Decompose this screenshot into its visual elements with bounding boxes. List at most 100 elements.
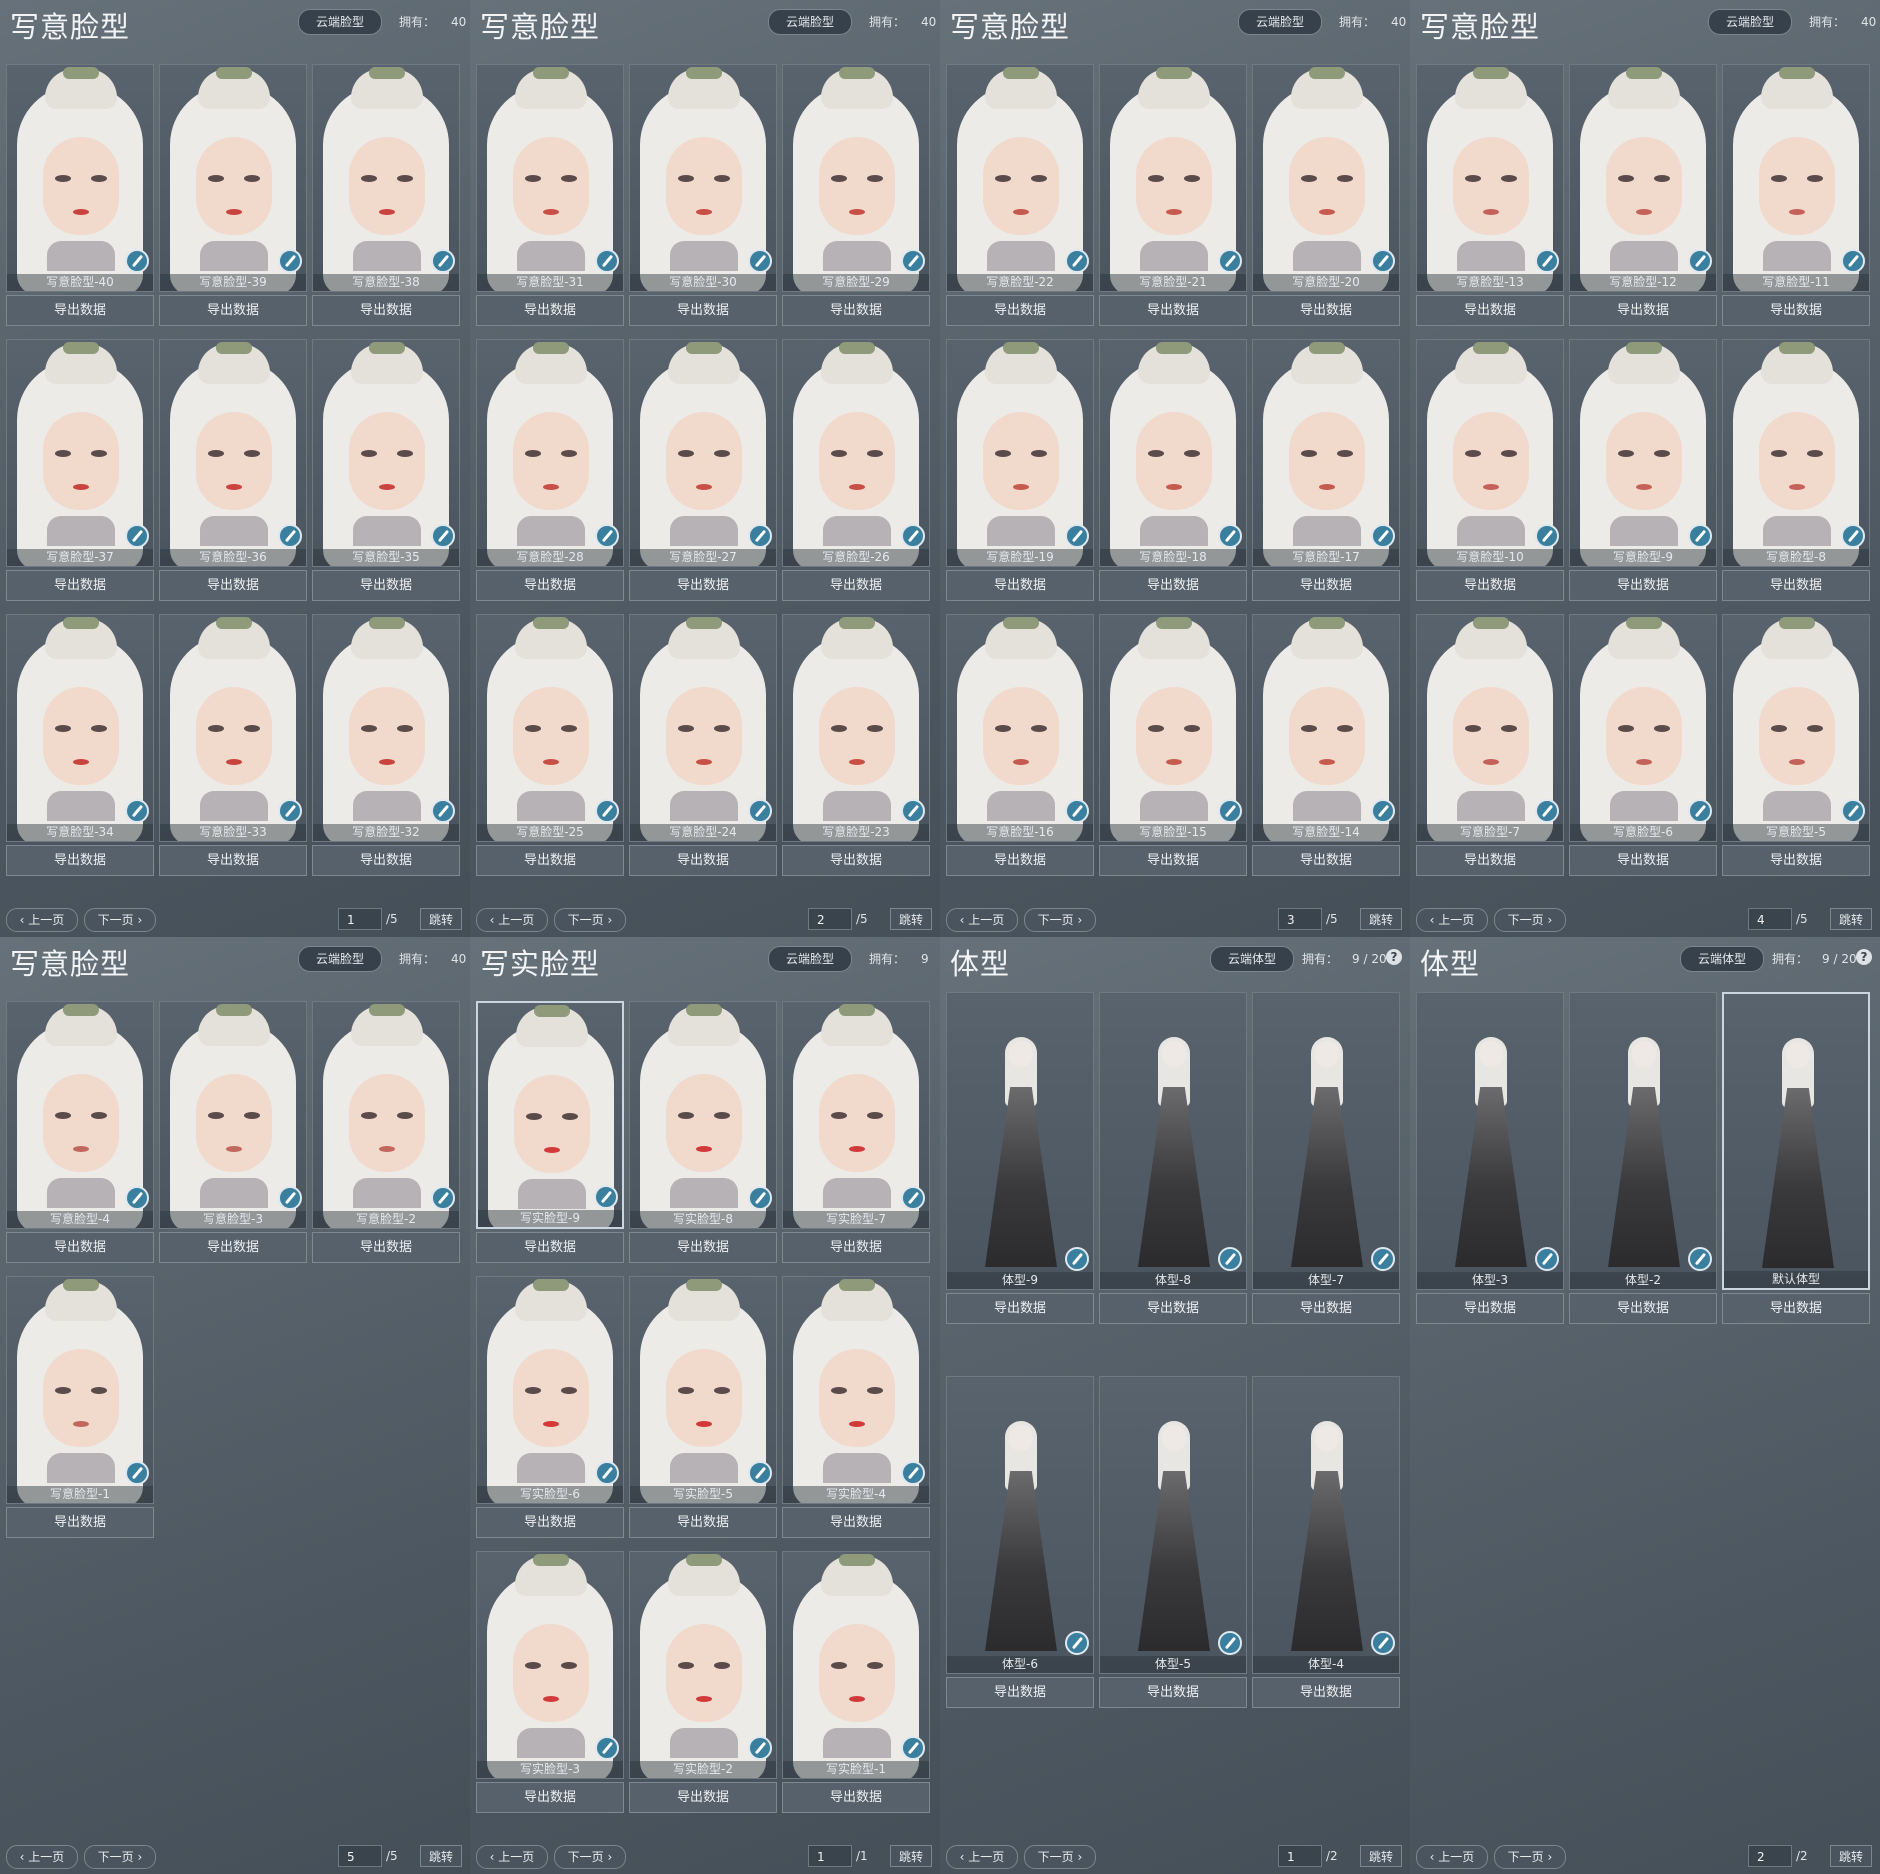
export-data-button[interactable]: 导出数据 <box>312 1232 460 1263</box>
export-data-button[interactable]: 导出数据 <box>782 1232 930 1263</box>
brush-icon[interactable] <box>278 249 302 273</box>
jump-button[interactable]: 跳转 <box>420 1845 462 1867</box>
export-data-button[interactable]: 导出数据 <box>1252 295 1400 326</box>
preset-card[interactable]: 写意脸型-3 <box>159 1001 307 1229</box>
next-page-button[interactable]: 下一页 › <box>84 1845 156 1869</box>
preset-card[interactable]: 默认体型 <box>1722 992 1870 1290</box>
cloud-button[interactable]: 云端脸型 <box>298 946 382 972</box>
brush-icon[interactable] <box>1688 249 1712 273</box>
export-data-button[interactable]: 导出数据 <box>476 1232 624 1263</box>
export-data-button[interactable]: 导出数据 <box>1099 845 1247 876</box>
preset-card[interactable]: 写意脸型-21 <box>1099 64 1247 292</box>
export-data-button[interactable]: 导出数据 <box>1416 1293 1564 1324</box>
preset-card[interactable]: 写意脸型-4 <box>6 1001 154 1229</box>
brush-icon[interactable] <box>748 1186 772 1210</box>
cloud-button[interactable]: 云端脸型 <box>768 946 852 972</box>
brush-icon[interactable] <box>431 524 455 548</box>
preset-card[interactable]: 写意脸型-31 <box>476 64 624 292</box>
export-data-button[interactable]: 导出数据 <box>1099 570 1247 601</box>
export-data-button[interactable]: 导出数据 <box>6 295 154 326</box>
export-data-button[interactable]: 导出数据 <box>6 1232 154 1263</box>
export-data-button[interactable]: 导出数据 <box>1569 295 1717 326</box>
preset-card[interactable]: 写意脸型-18 <box>1099 339 1247 567</box>
page-input[interactable]: 1 <box>808 1845 852 1867</box>
preset-card[interactable]: 写意脸型-26 <box>782 339 930 567</box>
prev-page-button[interactable]: ‹ 上一页 <box>946 1845 1018 1869</box>
jump-button[interactable]: 跳转 <box>1360 908 1402 930</box>
export-data-button[interactable]: 导出数据 <box>946 845 1094 876</box>
prev-page-button[interactable]: ‹ 上一页 <box>1416 908 1488 932</box>
export-data-button[interactable]: 导出数据 <box>1252 1677 1400 1708</box>
export-data-button[interactable]: 导出数据 <box>782 1782 930 1813</box>
preset-card[interactable]: 写意脸型-23 <box>782 614 930 842</box>
brush-icon[interactable] <box>1535 249 1559 273</box>
preset-card[interactable]: 写意脸型-39 <box>159 64 307 292</box>
prev-page-button[interactable]: ‹ 上一页 <box>6 1845 78 1869</box>
cloud-button[interactable]: 云端体型 <box>1680 946 1764 972</box>
brush-icon[interactable] <box>595 1461 619 1485</box>
preset-card[interactable]: 写意脸型-40 <box>6 64 154 292</box>
brush-icon[interactable] <box>1371 1247 1395 1271</box>
next-page-button[interactable]: 下一页 › <box>1024 908 1096 932</box>
export-data-button[interactable]: 导出数据 <box>1569 1293 1717 1324</box>
export-data-button[interactable]: 导出数据 <box>946 1677 1094 1708</box>
preset-card[interactable]: 写意脸型-12 <box>1569 64 1717 292</box>
cloud-button[interactable]: 云端脸型 <box>298 9 382 35</box>
brush-icon[interactable] <box>278 1186 302 1210</box>
export-data-button[interactable]: 导出数据 <box>476 570 624 601</box>
preset-card[interactable]: 写实脸型-1 <box>782 1551 930 1779</box>
jump-button[interactable]: 跳转 <box>1830 908 1872 930</box>
preset-card[interactable]: 写意脸型-17 <box>1252 339 1400 567</box>
brush-icon[interactable] <box>1688 1247 1712 1271</box>
brush-icon[interactable] <box>595 524 619 548</box>
next-page-button[interactable]: 下一页 › <box>1494 1845 1566 1869</box>
prev-page-button[interactable]: ‹ 上一页 <box>476 1845 548 1869</box>
export-data-button[interactable]: 导出数据 <box>1569 570 1717 601</box>
jump-button[interactable]: 跳转 <box>1830 1845 1872 1867</box>
preset-card[interactable]: 写实脸型-2 <box>629 1551 777 1779</box>
export-data-button[interactable]: 导出数据 <box>1416 570 1564 601</box>
brush-icon[interactable] <box>1535 524 1559 548</box>
export-data-button[interactable]: 导出数据 <box>476 1782 624 1813</box>
export-data-button[interactable]: 导出数据 <box>476 295 624 326</box>
preset-card[interactable]: 写实脸型-6 <box>476 1276 624 1504</box>
preset-card[interactable]: 写意脸型-19 <box>946 339 1094 567</box>
preset-card[interactable]: 写意脸型-36 <box>159 339 307 567</box>
preset-card[interactable]: 写意脸型-22 <box>946 64 1094 292</box>
prev-page-button[interactable]: ‹ 上一页 <box>946 908 1018 932</box>
preset-card[interactable]: 写实脸型-5 <box>629 1276 777 1504</box>
preset-card[interactable]: 写意脸型-14 <box>1252 614 1400 842</box>
export-data-button[interactable]: 导出数据 <box>946 295 1094 326</box>
export-data-button[interactable]: 导出数据 <box>476 845 624 876</box>
preset-card[interactable]: 体型-9 <box>946 992 1094 1290</box>
export-data-button[interactable]: 导出数据 <box>1252 1293 1400 1324</box>
preset-card[interactable]: 写实脸型-7 <box>782 1001 930 1229</box>
brush-icon[interactable] <box>125 1186 149 1210</box>
export-data-button[interactable]: 导出数据 <box>159 845 307 876</box>
brush-icon[interactable] <box>1371 249 1395 273</box>
export-data-button[interactable]: 导出数据 <box>1722 295 1870 326</box>
page-input[interactable]: 1 <box>1278 1845 1322 1867</box>
export-data-button[interactable]: 导出数据 <box>312 570 460 601</box>
brush-icon[interactable] <box>1841 524 1865 548</box>
help-icon[interactable]: ? <box>1856 949 1872 965</box>
preset-card[interactable]: 写意脸型-30 <box>629 64 777 292</box>
brush-icon[interactable] <box>278 799 302 823</box>
preset-card[interactable]: 写意脸型-13 <box>1416 64 1564 292</box>
brush-icon[interactable] <box>1371 1631 1395 1655</box>
next-page-button[interactable]: 下一页 › <box>84 908 156 932</box>
preset-card[interactable]: 写意脸型-16 <box>946 614 1094 842</box>
brush-icon[interactable] <box>901 249 925 273</box>
export-data-button[interactable]: 导出数据 <box>1416 845 1564 876</box>
brush-icon[interactable] <box>1841 249 1865 273</box>
preset-card[interactable]: 写意脸型-6 <box>1569 614 1717 842</box>
brush-icon[interactable] <box>901 1736 925 1760</box>
cloud-button[interactable]: 云端脸型 <box>1708 9 1792 35</box>
page-input[interactable]: 1 <box>338 908 382 930</box>
export-data-button[interactable]: 导出数据 <box>629 295 777 326</box>
preset-card[interactable]: 写意脸型-37 <box>6 339 154 567</box>
help-icon[interactable]: ? <box>1386 949 1402 965</box>
cloud-button[interactable]: 云端体型 <box>1210 946 1294 972</box>
brush-icon[interactable] <box>1535 1247 1559 1271</box>
export-data-button[interactable]: 导出数据 <box>1722 1293 1870 1324</box>
